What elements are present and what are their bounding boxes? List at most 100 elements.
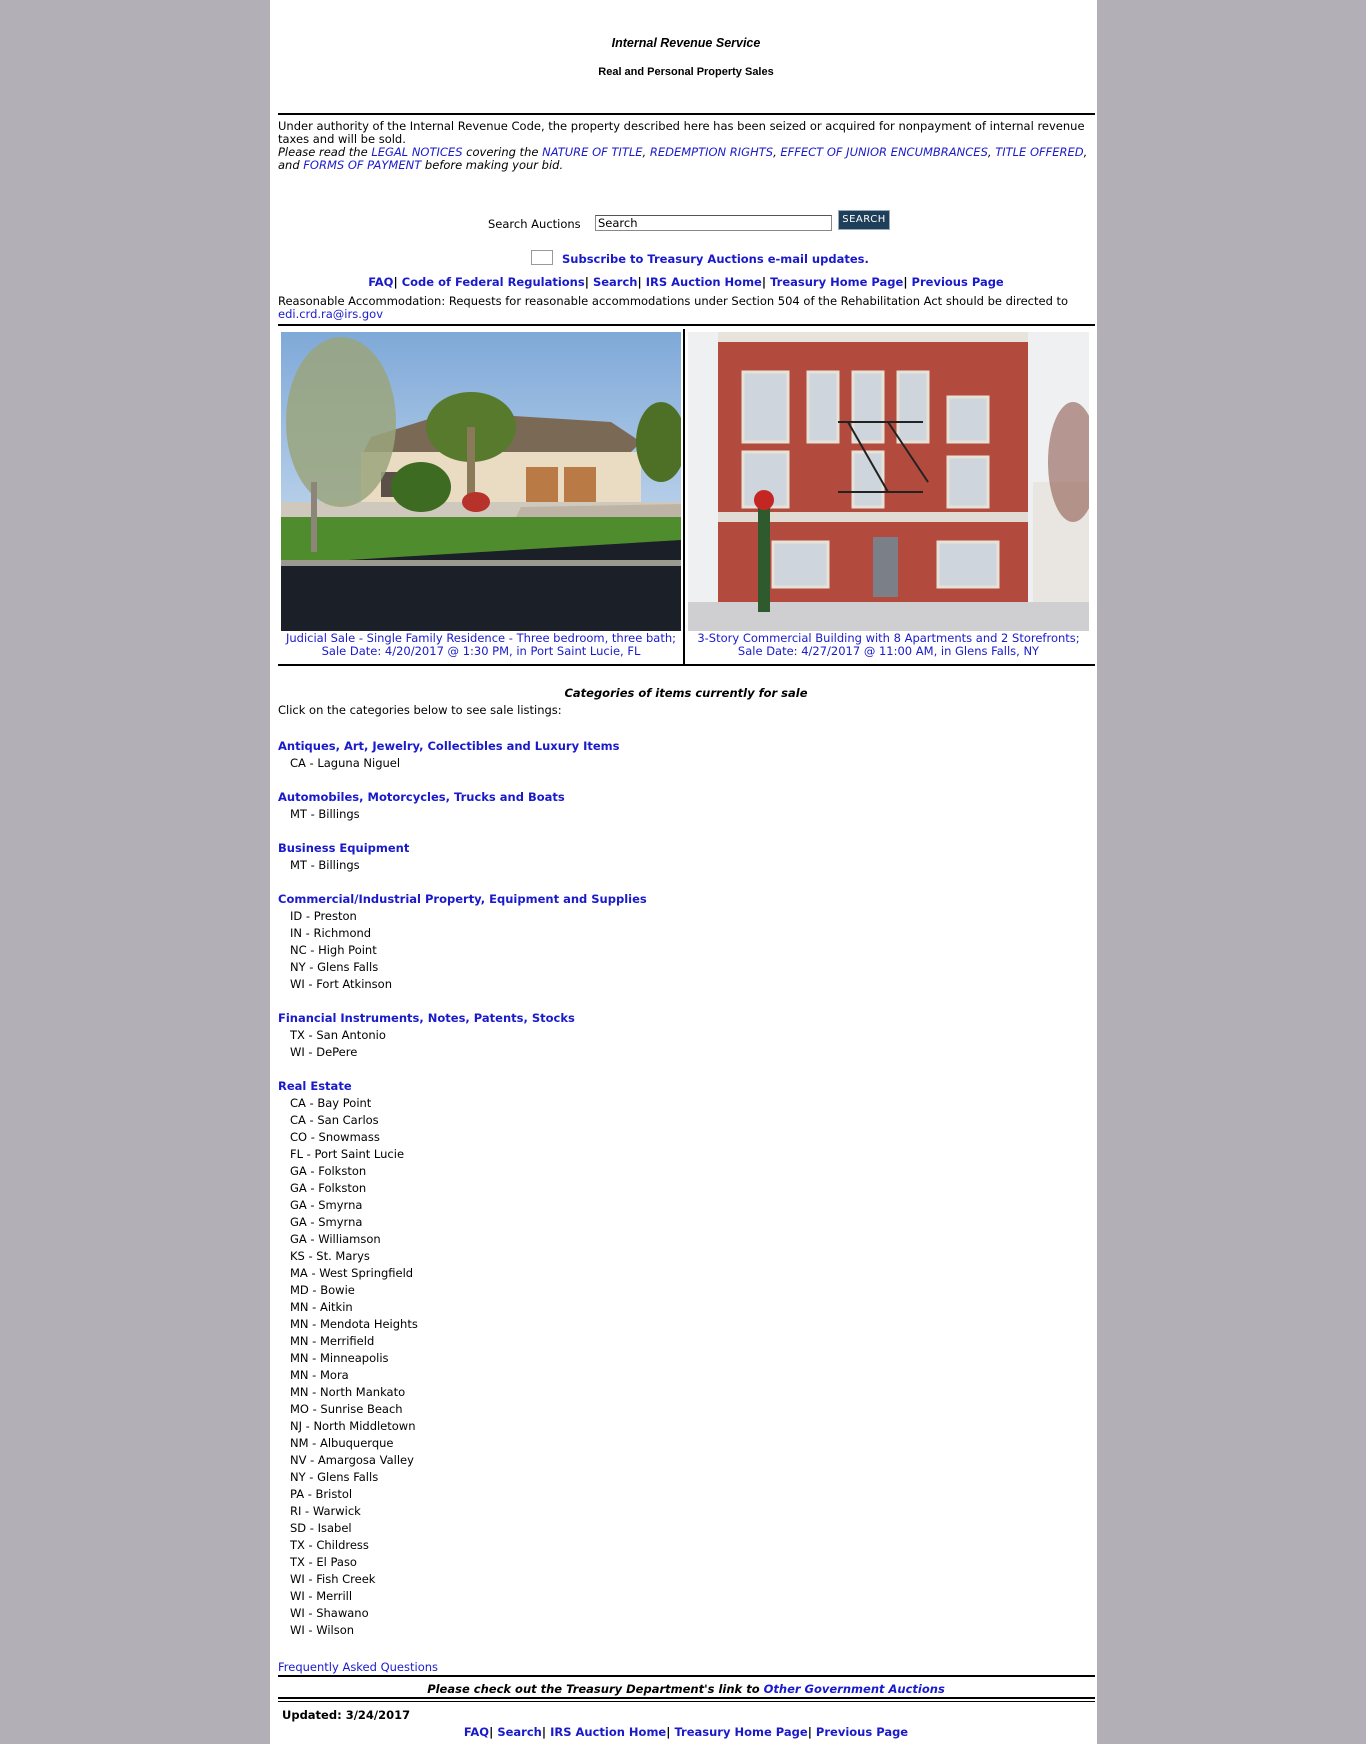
category-location: MN - Mora	[290, 1368, 349, 1382]
featured-photo-house[interactable]	[281, 332, 681, 631]
category-location: NY - Glens Falls	[290, 960, 379, 974]
category-location: KS - St. Marys	[290, 1249, 370, 1263]
category-location: RI - Warwick	[290, 1504, 361, 1518]
title-offered-link[interactable]: TITLE OFFERED	[995, 145, 1083, 159]
subscribe-link[interactable]: Subscribe to Treasury Auctions e-mail up…	[562, 252, 869, 266]
nav-search[interactable]: Search	[593, 275, 638, 289]
top-nav: FAQ| Code of Federal Regulations| Search…	[278, 275, 1094, 289]
nav-treasury-home[interactable]: Treasury Home Page	[770, 275, 903, 289]
nav-sep: |	[637, 275, 646, 289]
category-location: TX - El Paso	[290, 1555, 357, 1569]
nav-previous[interactable]: Previous Page	[816, 1725, 908, 1739]
category-location: WI - Fort Atkinson	[290, 977, 392, 991]
category-location: CA - Bay Point	[290, 1096, 372, 1110]
category-location: MO - Sunrise Beach	[290, 1402, 403, 1416]
nav-sep: |	[393, 275, 402, 289]
category-group: Commercial/Industrial Property, Equipmen…	[278, 892, 647, 994]
category-location: CO - Snowmass	[290, 1130, 380, 1144]
category-location: GA - Folkston	[290, 1164, 367, 1178]
category-location: MA - West Springfield	[290, 1266, 414, 1280]
updated-date: Updated: 3/24/2017	[282, 1708, 411, 1722]
divider	[278, 1701, 1095, 1702]
nav-sep: |	[584, 275, 593, 289]
divider	[278, 1675, 1095, 1677]
intro-text: Under authority of the Internal Revenue …	[278, 120, 1094, 172]
nav-sep: |	[541, 1725, 551, 1739]
photo-divider	[683, 329, 685, 665]
category-location: PA - Bristol	[290, 1487, 353, 1501]
category-location: IN - Richmond	[290, 926, 372, 940]
divider	[278, 324, 1095, 326]
sep: ,	[642, 145, 650, 159]
categories-title: Categories of items currently for sale	[564, 686, 808, 700]
category-link[interactable]: Antiques, Art, Jewelry, Collectibles and…	[278, 739, 619, 756]
forms-of-payment-link[interactable]: FORMS OF PAYMENT	[303, 158, 421, 172]
category-location: GA - Williamson	[290, 1232, 381, 1246]
nav-irs-home[interactable]: IRS Auction Home	[550, 1725, 666, 1739]
bottom-nav: FAQ| Search| IRS Auction Home| Treasury …	[278, 1725, 1094, 1739]
category-location: WI - Merrill	[290, 1589, 353, 1603]
featured-caption-2[interactable]: 3-Story Commercial Building with 8 Apart…	[688, 632, 1089, 658]
featured-photo-building[interactable]	[688, 332, 1089, 631]
intro-suffix: before making your bid.	[421, 158, 564, 172]
category-location: NC - High Point	[290, 943, 377, 957]
category-location: MT - Billings	[290, 807, 360, 821]
accommodation-text: Reasonable Accommodation: Requests for r…	[278, 294, 1069, 308]
category-location: ID - Preston	[290, 909, 357, 923]
intro-line: Under authority of the Internal Revenue …	[278, 119, 1085, 146]
page-title: Real and Personal Property Sales	[598, 66, 774, 78]
search-button[interactable]: SEARCH	[838, 210, 890, 230]
category-group: Financial Instruments, Notes, Patents, S…	[278, 1011, 575, 1062]
category-location: GA - Smyrna	[290, 1198, 363, 1212]
faq-link[interactable]: Frequently Asked Questions	[278, 1660, 1094, 1674]
accommodation-email-link[interactable]: edi.crd.ra@irs.gov	[278, 307, 383, 321]
nav-search[interactable]: Search	[497, 1725, 542, 1739]
featured-sales: Judicial Sale - Single Family Residence …	[278, 329, 1095, 665]
category-location: CA - Laguna Niguel	[290, 756, 401, 770]
category-link[interactable]: Financial Instruments, Notes, Patents, S…	[278, 1011, 575, 1028]
divider	[278, 113, 1095, 115]
nature-of-title-link[interactable]: NATURE OF TITLE	[542, 145, 642, 159]
search-input[interactable]	[595, 215, 832, 231]
category-location: TX - Childress	[290, 1538, 369, 1552]
category-link[interactable]: Real Estate	[278, 1079, 418, 1096]
category-location: GA - Folkston	[290, 1181, 367, 1195]
category-location: MD - Bowie	[290, 1283, 355, 1297]
category-location: MN - Minneapolis	[290, 1351, 389, 1365]
nav-sep: |	[903, 275, 912, 289]
page-content: Internal Revenue Service Real and Person…	[270, 0, 1097, 1744]
category-location: MN - Aitkin	[290, 1300, 353, 1314]
subscribe-checkbox[interactable]	[531, 250, 553, 265]
other-auctions-banner: Please check out the Treasury Department…	[278, 1682, 1094, 1696]
legal-notices-link[interactable]: LEGAL NOTICES	[371, 145, 462, 159]
category-location: MN - North Mankato	[290, 1385, 406, 1399]
category-location: GA - Smyrna	[290, 1215, 363, 1229]
other-auctions-link[interactable]: Other Government Auctions	[764, 1682, 945, 1696]
accommodation-notice: Reasonable Accommodation: Requests for r…	[278, 295, 1094, 321]
category-location: MT - Billings	[290, 858, 360, 872]
search-label: Search Auctions	[488, 217, 581, 231]
category-link[interactable]: Business Equipment	[278, 841, 409, 858]
category-location: NY - Glens Falls	[290, 1470, 379, 1484]
category-link[interactable]: Commercial/Industrial Property, Equipmen…	[278, 892, 647, 909]
category-location: FL - Port Saint Lucie	[290, 1147, 405, 1161]
nav-previous[interactable]: Previous Page	[912, 275, 1004, 289]
categories-hint: Click on the categories below to see sal…	[278, 703, 562, 717]
redemption-rights-link[interactable]: REDEMPTION RIGHTS	[650, 145, 773, 159]
nav-cfr[interactable]: Code of Federal Regulations	[402, 275, 585, 289]
category-location: NJ - North Middletown	[290, 1419, 416, 1433]
featured-caption-1[interactable]: Judicial Sale - Single Family Residence …	[281, 632, 681, 658]
nav-treasury-home[interactable]: Treasury Home Page	[674, 1725, 807, 1739]
category-group: Business Equipment MT - Billings	[278, 841, 409, 875]
nav-faq[interactable]: FAQ	[464, 1725, 489, 1739]
category-link[interactable]: Automobiles, Motorcycles, Trucks and Boa…	[278, 790, 565, 807]
nav-irs-home[interactable]: IRS Auction Home	[646, 275, 762, 289]
intro-read: Please read the	[278, 145, 372, 159]
junior-encumbrances-link[interactable]: EFFECT OF JUNIOR ENCUMBRANCES	[780, 145, 987, 159]
nav-faq[interactable]: FAQ	[368, 275, 393, 289]
category-location: WI - Shawano	[290, 1606, 369, 1620]
category-location: SD - Isabel	[290, 1521, 352, 1535]
search-bar: Search Auctions SEARCH	[278, 209, 1094, 231]
intro-covering: covering the	[462, 145, 543, 159]
nav-sep: |	[761, 275, 771, 289]
